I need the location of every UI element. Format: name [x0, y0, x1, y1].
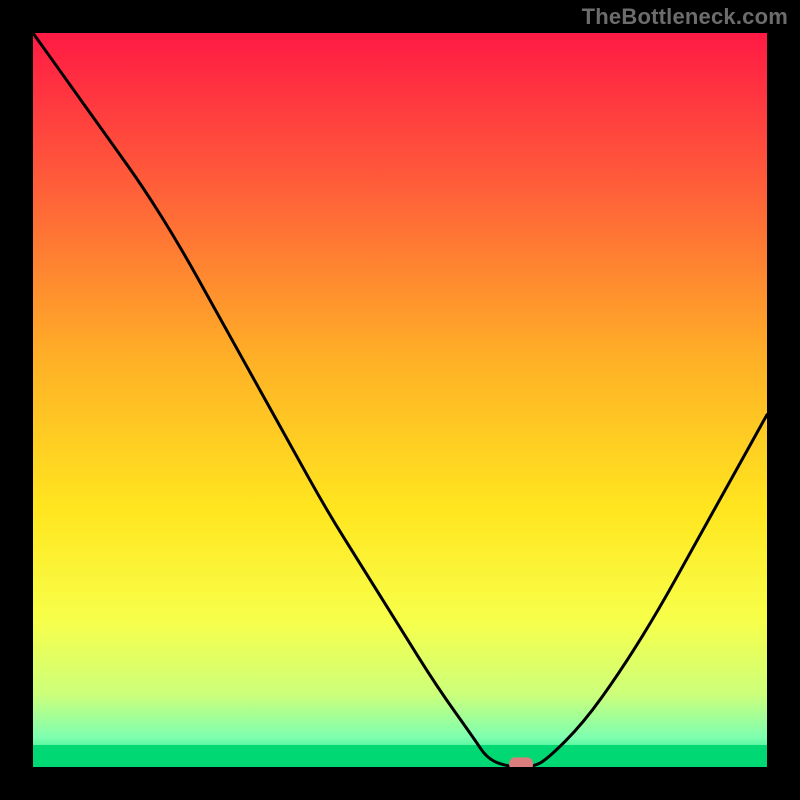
chart-frame: TheBottleneck.com [0, 0, 800, 800]
optimal-point-marker [509, 757, 533, 767]
bottleneck-chart [33, 33, 767, 767]
green-baseline-band [33, 745, 767, 767]
watermark-text: TheBottleneck.com [582, 4, 788, 30]
plot-area [33, 33, 767, 767]
gradient-background [33, 33, 767, 767]
